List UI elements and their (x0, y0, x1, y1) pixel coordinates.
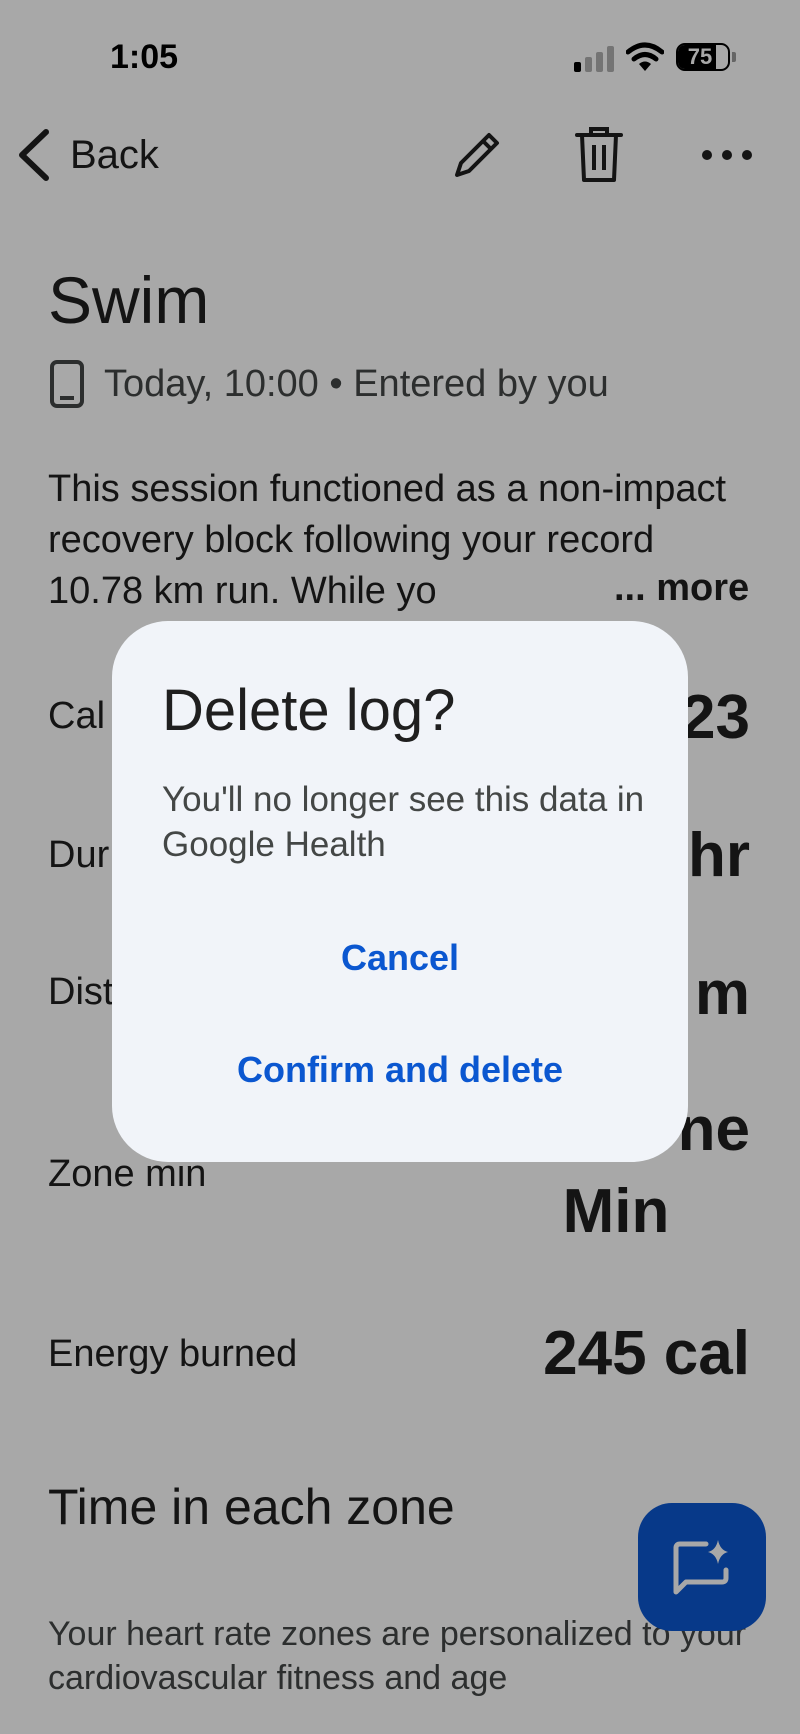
confirm-delete-button[interactable]: Confirm and delete (112, 1049, 688, 1091)
delete-log-dialog: Delete log? You'll no longer see this da… (112, 621, 688, 1162)
dialog-body: You'll no longer see this data in Google… (162, 780, 645, 864)
workout-detail-screen: 1:05 75 Back Swim Today, 10:00 • Entered… (0, 0, 800, 1734)
cancel-button[interactable]: Cancel (112, 937, 688, 979)
dialog-title: Delete log? (162, 678, 456, 743)
